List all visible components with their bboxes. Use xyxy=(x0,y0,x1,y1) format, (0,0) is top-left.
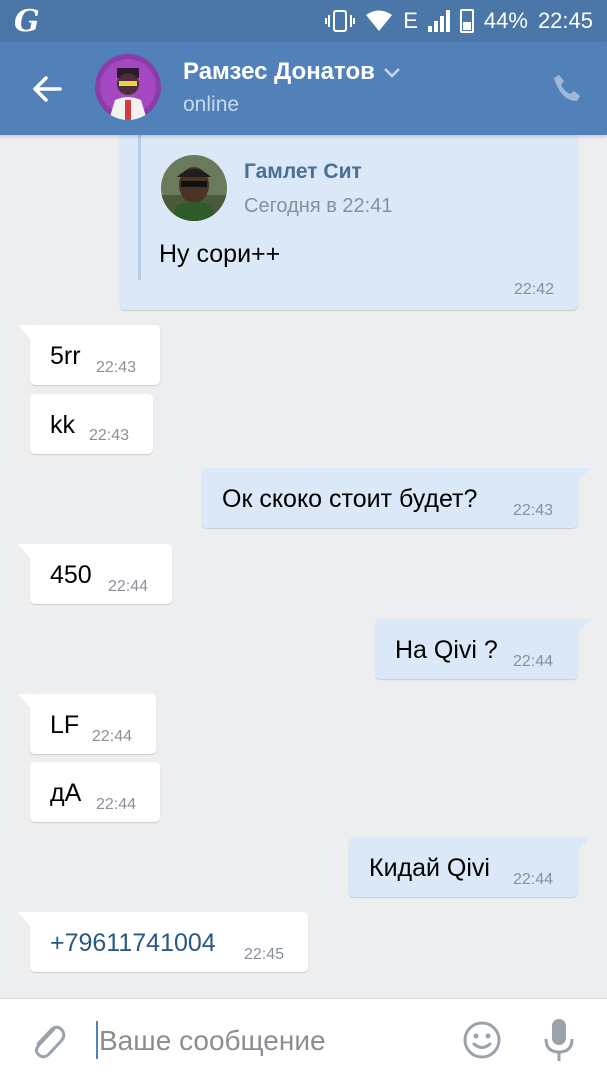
battery-percent: 44% xyxy=(483,8,528,33)
message-text: На Qivi ? xyxy=(395,636,498,664)
message-text: 5rr xyxy=(50,342,81,370)
network-type: E xyxy=(403,8,418,33)
message-input[interactable] xyxy=(99,1021,439,1061)
microphone-icon[interactable] xyxy=(541,1017,577,1063)
message-incoming[interactable]: LF 22:44 xyxy=(18,694,156,754)
chat-header: Рамзес Донатов online xyxy=(0,42,607,135)
forwarded-text: Ну сори++ xyxy=(159,240,281,268)
message-time: 22:43 xyxy=(513,502,554,519)
contact-status: online xyxy=(183,93,240,116)
phone-number-link[interactable]: +79611741004 xyxy=(50,929,216,958)
phone-icon[interactable] xyxy=(551,72,583,104)
contact-name-label: Рамзес Донатов xyxy=(183,58,375,85)
message-incoming[interactable]: дА 22:44 xyxy=(30,762,160,822)
forwarded-date: Сегодня в 22:41 xyxy=(244,195,393,217)
message-text: Ок скоко стоит будет? xyxy=(222,485,478,513)
text-cursor xyxy=(96,1021,98,1059)
message-outgoing[interactable]: Ок скоко стоит будет? 22:43 xyxy=(202,468,590,528)
status-icons: E 44% 22:45 xyxy=(325,8,593,34)
message-list[interactable]: Гамлет Сит Сегодня в 22:41 Ну сори++ 22:… xyxy=(0,135,607,998)
message-time: 22:44 xyxy=(96,796,137,813)
back-arrow-icon[interactable] xyxy=(30,72,64,106)
message-incoming[interactable]: 450 22:44 xyxy=(18,544,172,604)
forwarded-author-avatar[interactable] xyxy=(161,155,227,221)
message-text: Кидай Qivi xyxy=(369,854,490,882)
message-text: kk xyxy=(50,411,75,439)
status-bar: G E 44% 22:45 xyxy=(0,0,607,42)
emoji-icon[interactable] xyxy=(462,1020,502,1060)
chevron-down-icon[interactable] xyxy=(383,58,401,86)
signal-icon xyxy=(427,10,450,32)
message-time: 22:42 xyxy=(514,281,555,298)
message-outgoing[interactable]: На Qivi ? 22:44 xyxy=(375,619,590,679)
message-time: 22:44 xyxy=(513,653,554,670)
message-incoming[interactable]: kk 22:43 xyxy=(30,394,153,454)
message-text: 450 xyxy=(50,561,92,589)
avatar[interactable] xyxy=(95,54,161,120)
wifi-icon xyxy=(365,9,393,33)
forwarded-message[interactable]: Гамлет Сит Сегодня в 22:41 Ну сори++ xyxy=(138,135,561,280)
contact-name[interactable]: Рамзес Донатов xyxy=(183,58,401,86)
paperclip-icon[interactable] xyxy=(28,1019,68,1063)
message-forwarded[interactable]: Гамлет Сит Сегодня в 22:41 Ну сори++ 22:… xyxy=(120,135,578,310)
message-time: 22:45 xyxy=(244,946,285,963)
message-time: 22:44 xyxy=(513,871,554,888)
message-composer xyxy=(0,998,607,1081)
message-time: 22:43 xyxy=(89,427,130,444)
message-outgoing[interactable]: Кидай Qivi 22:44 xyxy=(349,837,590,897)
app-logo-icon: G xyxy=(14,4,40,39)
message-incoming[interactable]: +79611741004 22:45 xyxy=(18,912,308,972)
message-time: 22:43 xyxy=(96,359,137,376)
vibrate-icon xyxy=(325,9,356,33)
message-time: 22:44 xyxy=(108,578,149,595)
message-text: дА xyxy=(50,779,82,807)
message-text: LF xyxy=(50,711,80,739)
message-incoming[interactable]: 5rr 22:43 xyxy=(18,325,160,385)
clock: 22:45 xyxy=(537,8,593,33)
forwarded-author-name[interactable]: Гамлет Сит xyxy=(244,160,362,184)
battery-icon xyxy=(459,9,474,33)
message-time: 22:44 xyxy=(92,728,133,745)
